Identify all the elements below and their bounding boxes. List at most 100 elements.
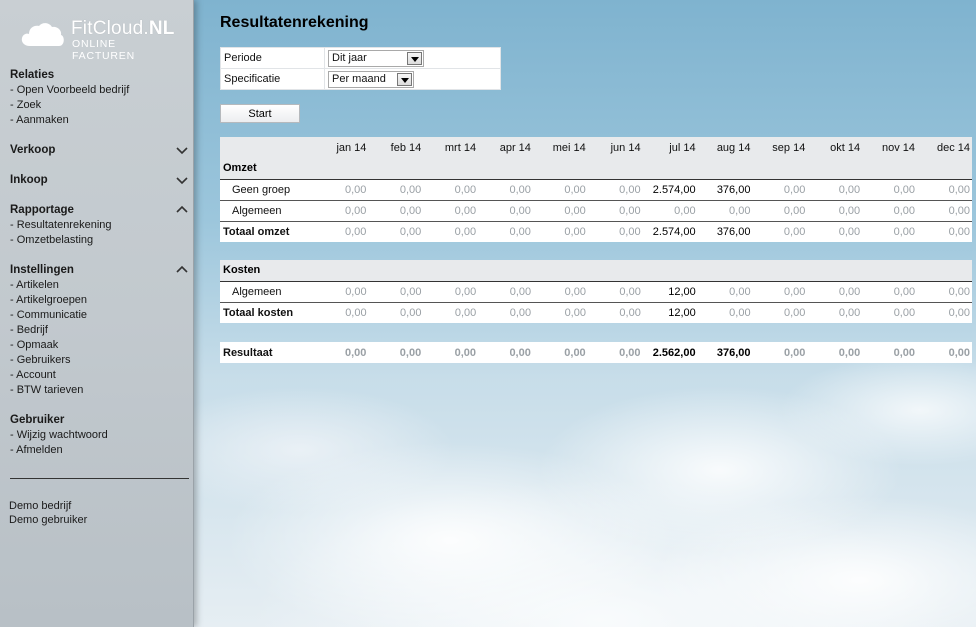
nav-item-resultatenrekening[interactable]: - Resultatenrekening <box>10 218 188 233</box>
nav-verkoop[interactable]: Verkoop <box>10 143 188 158</box>
table-cell: 0,00 <box>642 200 698 222</box>
table-cell: 0,00 <box>917 221 972 242</box>
specificatie-label: Specificatie <box>220 68 325 90</box>
nav-item-btw-tarieven[interactable]: - BTW tarieven <box>10 383 188 398</box>
table-cell: 0,00 <box>423 302 479 323</box>
table-cell: 0,00 <box>862 200 917 222</box>
total-row-omzet: Totaal omzet 0,00 0,00 0,00 0,00 0,00 0,… <box>220 221 972 242</box>
nav-head-relaties: Relaties <box>10 69 55 81</box>
table-cell: 0,00 <box>587 221 643 242</box>
demo-company: Demo bedrijf <box>9 500 72 512</box>
table-cell: 376,00 <box>697 221 753 242</box>
nav-item-omzetbelasting[interactable]: - Omzetbelasting <box>10 233 188 248</box>
dropdown-arrow-icon[interactable] <box>397 72 412 86</box>
nav-item-opmaak[interactable]: - Opmaak <box>10 338 188 353</box>
month-header: apr 14 <box>499 141 531 154</box>
table-cell: 0,00 <box>478 342 533 363</box>
chevron-up-icon[interactable] <box>176 265 188 275</box>
table-cell: 0,00 <box>807 179 863 201</box>
nav-item-zoek[interactable]: - Zoek <box>10 98 188 113</box>
table-cell: 0,00 <box>533 302 588 323</box>
table-cell: 0,00 <box>532 342 588 363</box>
table-cell: 0,00 <box>752 179 808 201</box>
periode-label: Periode <box>220 47 325 69</box>
table-cell: 0,00 <box>532 179 588 201</box>
nav-head-verkoop-label: Verkoop <box>10 144 56 156</box>
nav-head-inkoop[interactable]: Inkoop <box>10 173 188 188</box>
table-cell: 0,00 <box>917 281 972 303</box>
row-label: Geen groep <box>220 179 314 201</box>
month-header: feb 14 <box>390 141 422 154</box>
month-header: nov 14 <box>881 141 915 154</box>
table-cell: 0,00 <box>862 281 918 303</box>
nav-item-gebruikers[interactable]: - Gebruikers <box>10 353 188 368</box>
nav-head-verkoop[interactable]: Verkoop <box>10 143 188 158</box>
table-cell: 0,00 <box>697 281 753 303</box>
table-cell: 0,00 <box>368 302 424 323</box>
nav-head-rapportage[interactable]: Rapportage <box>10 203 188 218</box>
table-cell: 12,00 <box>642 302 698 323</box>
table-cell: 0,00 <box>587 281 643 303</box>
chevron-down-icon[interactable] <box>176 175 188 185</box>
brand-name: FitCloud.NL <box>71 18 175 39</box>
table-cell: 0,00 <box>917 179 972 201</box>
table-cell: 0,00 <box>423 200 479 222</box>
nav-item-aanmaken[interactable]: - Aanmaken <box>10 113 188 128</box>
row-label: Algemeen <box>220 200 314 222</box>
table-cell: 0,00 <box>917 302 972 323</box>
table-cell: 0,00 <box>752 200 808 222</box>
nav-inkoop[interactable]: Inkoop <box>10 173 188 188</box>
table-cell: 0,00 <box>423 221 479 242</box>
table-row: Algemeen 0,00 0,00 0,00 0,00 0,00 0,00 0… <box>220 200 972 222</box>
nav-item-wijzig-wachtwoord[interactable]: - Wijzig wachtwoord <box>10 428 188 443</box>
table-cell: 0,00 <box>368 342 424 363</box>
chevron-down-icon[interactable] <box>176 145 188 155</box>
month-header: jul 14 <box>669 141 696 154</box>
table-cell: 0,00 <box>697 200 753 222</box>
nav-item-bedrijf[interactable]: - Bedrijf <box>10 323 188 338</box>
specificatie-select[interactable]: Per maand <box>328 70 414 88</box>
nav-item-artikelen[interactable]: - Artikelen <box>10 278 188 293</box>
total-label: Totaal kosten <box>220 302 314 323</box>
month-header-row: jan 14 feb 14 mrt 14 apr 14 mei 14 jun 1… <box>220 137 972 158</box>
table-cell: 0,00 <box>587 179 643 201</box>
nav-item-open-voorbeeld[interactable]: - Open Voorbeeld bedrijf <box>10 83 188 98</box>
nav-item-artikelgroepen[interactable]: - Artikelgroepen <box>10 293 188 308</box>
nav-head-gebruiker: Gebruiker <box>10 414 65 426</box>
total-row-kosten: Totaal kosten 0,00 0,00 0,00 0,00 0,00 0… <box>220 302 972 323</box>
total-label: Totaal omzet <box>220 221 314 242</box>
periode-cell: Dit jaar <box>324 47 501 69</box>
chevron-up-icon[interactable] <box>176 205 188 215</box>
table-cell: 0,00 <box>862 179 917 201</box>
sidebar-divider <box>10 478 189 479</box>
group-header-kosten: Kosten <box>220 260 972 282</box>
month-header: sep 14 <box>772 141 806 154</box>
periode-select[interactable]: Dit jaar <box>328 49 424 67</box>
start-button[interactable]: Start <box>220 104 300 123</box>
table-cell: 0,00 <box>423 281 479 303</box>
nav-item-account[interactable]: - Account <box>10 368 188 383</box>
nav-head-instellingen-label: Instellingen <box>10 264 74 276</box>
nav-head-instellingen[interactable]: Instellingen <box>10 263 188 278</box>
dropdown-arrow-icon[interactable] <box>407 51 422 65</box>
table-cell: 0,00 <box>368 221 424 242</box>
table-cell: 0,00 <box>807 221 863 242</box>
table-cell: 0,00 <box>368 200 424 222</box>
nav-item-communicatie[interactable]: - Communicatie <box>10 308 188 323</box>
nav-item-afmelden[interactable]: - Afmelden <box>10 443 188 458</box>
month-header: mei 14 <box>552 141 586 154</box>
month-header: dec 14 <box>936 141 970 154</box>
table-cell: 0,00 <box>697 302 753 323</box>
table-cell: 0,00 <box>752 302 808 323</box>
result-row: Resultaat 0,00 0,00 0,00 0,00 0,00 0,00 … <box>220 342 972 363</box>
table-cell: 0,00 <box>532 221 588 242</box>
table-cell: 0,00 <box>533 281 588 303</box>
table-cell: 0,00 <box>917 342 972 363</box>
table-cell: 0,00 <box>478 179 533 201</box>
logo[interactable]: FitCloud.NL ONLINE FACTUREN <box>21 17 181 62</box>
nav-rapportage: Rapportage - Resultatenrekening - Omzetb… <box>10 203 188 248</box>
table-cell: 0,00 <box>862 221 917 242</box>
table-cell: 376,00 <box>697 179 753 201</box>
month-header: jun 14 <box>610 141 641 154</box>
table-cell: 0,00 <box>587 342 643 363</box>
